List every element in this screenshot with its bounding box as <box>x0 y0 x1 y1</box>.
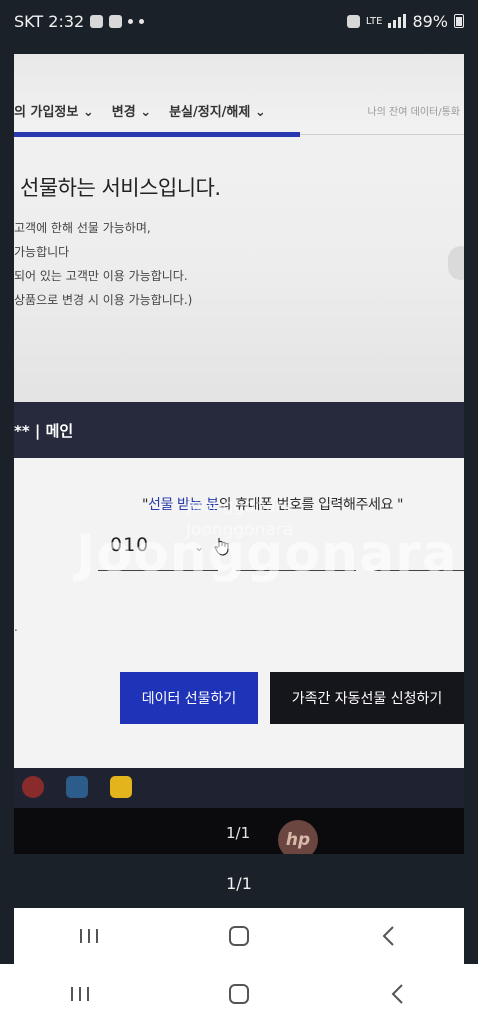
phone-prompt: "선물 받는 분의 휴대폰 번호를 입력해주세요 " <box>142 494 403 514</box>
phone-prefix-value: 010 <box>110 534 150 556</box>
phone-field-underline <box>98 570 218 571</box>
inner-back <box>359 916 419 956</box>
taskbar-app-icon <box>22 776 44 798</box>
family-auto-gift-button: 가족간 자동선물 신청하기 <box>270 672 464 724</box>
image-counter: 1/1 <box>226 874 252 893</box>
inner-navigation-bar <box>14 908 464 964</box>
status-right: LTE 89% <box>346 11 464 31</box>
inner-home <box>209 916 269 956</box>
status-left: SKT 2:32 <box>14 11 145 31</box>
note-line: 가능합니다 <box>14 245 70 259</box>
signal-icon <box>388 14 407 28</box>
recent-apps-icon <box>70 987 89 1001</box>
back-icon <box>391 984 404 1004</box>
prompt-highlight: 선물 받는 분 <box>148 497 219 513</box>
navigation-bar <box>0 964 478 1024</box>
menu-item-subscription: 의 가입정보 ⌄ <box>14 104 94 120</box>
more-notifications-icon <box>139 18 145 24</box>
notification-icon <box>90 14 104 28</box>
website-menu: 의 가입정보 ⌄ 변경 ⌄ 분실/정지/해제 ⌄ 나의 잔여 데이터/통화 <box>14 96 464 124</box>
photo-scroll-knob <box>448 246 464 280</box>
menu-active-underline <box>14 132 300 137</box>
band-text: ** | 메인 <box>14 421 74 440</box>
menu-item-lost-suspend: 분실/정지/해제 ⌄ <box>169 104 266 120</box>
chevron-down-icon: ⌄ <box>194 540 205 554</box>
inner-recent-apps <box>59 916 119 956</box>
prompt-rest: 의 휴대폰 번호를 입력해주세요 " <box>218 497 404 513</box>
note-line: 상품으로 변경 시 이용 가능합니다.) <box>14 293 193 307</box>
status-bar: SKT 2:32 LTE 89% <box>0 0 478 42</box>
phone-field-underline <box>236 570 356 571</box>
service-notes: 고객에 한해 선물 가능하며, 가능합니다 되어 있는 고객만 이용 가능합니다… <box>14 216 192 312</box>
taskbar-app-icon <box>66 776 88 798</box>
photo-viewer-image[interactable]: 의 가입정보 ⌄ 변경 ⌄ 분실/정지/해제 ⌄ 나의 잔여 데이터/통화 선물… <box>14 54 464 854</box>
alarm-icon <box>346 14 360 28</box>
more-notifications-icon <box>128 18 134 24</box>
battery-icon <box>454 14 464 28</box>
note-line: 고객에 한해 선물 가능하며, <box>14 221 151 235</box>
home-button[interactable] <box>209 974 269 1014</box>
battery-percent: 89% <box>412 11 448 31</box>
home-icon <box>229 926 249 946</box>
status-carrier-time: SKT 2:32 <box>14 11 85 31</box>
hand-cursor-icon <box>214 538 229 556</box>
menu-item-change: 변경 ⌄ <box>111 104 152 120</box>
chat-app-icon <box>110 776 132 798</box>
service-headline: 선물하는 서비스입니다. <box>20 176 221 200</box>
recent-apps-icon <box>80 929 98 943</box>
hp-logo: hp <box>278 820 318 854</box>
photo-inner-counter: 1/1 <box>226 824 251 842</box>
notification-icon <box>109 14 123 28</box>
back-icon <box>382 926 394 946</box>
home-icon <box>228 984 249 1004</box>
menu-item-remaining-data: 나의 잔여 데이터/통화 <box>367 106 460 118</box>
network-type: LTE <box>365 15 383 27</box>
phone-field-underline <box>374 570 464 571</box>
left-mark: . <box>14 620 18 634</box>
photo-taskbar <box>14 768 464 808</box>
back-button[interactable] <box>368 974 428 1014</box>
website-section-band: ** | 메인 <box>14 402 464 458</box>
menu-divider <box>300 134 464 135</box>
data-gift-button: 데이터 선물하기 <box>120 672 258 724</box>
note-line: 되어 있는 고객만 이용 가능합니다. <box>14 269 188 283</box>
recent-apps-button[interactable] <box>50 974 110 1014</box>
